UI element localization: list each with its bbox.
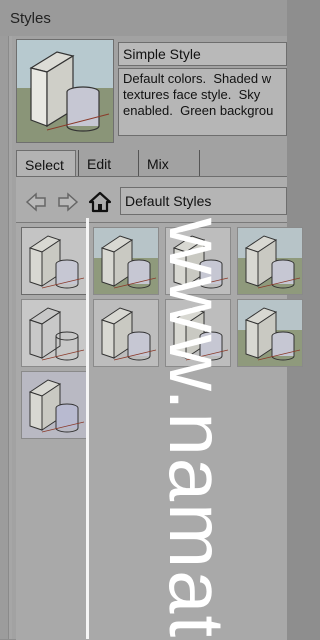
style-tabs: Select Edit Mix <box>16 150 287 178</box>
tab-mix[interactable]: Mix <box>138 150 200 178</box>
right-arrow-icon <box>58 192 79 212</box>
back-button[interactable] <box>24 190 48 214</box>
tab-select[interactable]: Select <box>16 150 76 178</box>
style-collection-dropdown[interactable]: Default Styles <box>120 187 287 215</box>
box-cylinder-icon <box>238 300 302 366</box>
title-bar[interactable]: Styles <box>0 0 287 36</box>
box-cylinder-icon <box>100 307 157 361</box>
style-thumbnail[interactable] <box>21 227 87 295</box>
box-cylinder-icon <box>28 379 85 433</box>
style-thumbnail[interactable] <box>237 227 303 295</box>
style-name-input[interactable]: Simple Style <box>118 42 287 66</box>
window-title: Styles <box>10 10 51 27</box>
box-cylinder-icon <box>172 235 229 289</box>
style-thumbnail[interactable] <box>237 299 303 367</box>
home-button[interactable] <box>88 190 112 214</box>
box-cylinder-preview-icon <box>17 40 113 142</box>
watermark-line <box>86 218 89 639</box>
box-cylinder-icon <box>172 307 229 361</box>
box-cylinder-icon <box>94 228 158 294</box>
style-thumbnail[interactable] <box>93 227 159 295</box>
box-cylinder-icon <box>238 228 302 294</box>
tab-edit[interactable]: Edit <box>78 150 136 178</box>
style-thumbnail[interactable] <box>21 371 87 439</box>
box-cylinder-icon <box>28 307 85 361</box>
box-cylinder-icon <box>28 235 85 289</box>
style-thumbnail[interactable] <box>165 227 231 295</box>
style-thumbnail[interactable] <box>21 299 87 367</box>
style-thumbnail[interactable] <box>93 299 159 367</box>
left-arrow-icon <box>25 192 46 212</box>
style-description-field[interactable]: Default colors. Shaded w textures face s… <box>118 68 287 136</box>
home-icon <box>89 191 111 213</box>
panel-left-edge <box>0 36 9 639</box>
style-thumbnail[interactable] <box>165 299 231 367</box>
current-style-thumbnail[interactable] <box>16 39 114 143</box>
forward-button[interactable] <box>56 190 80 214</box>
